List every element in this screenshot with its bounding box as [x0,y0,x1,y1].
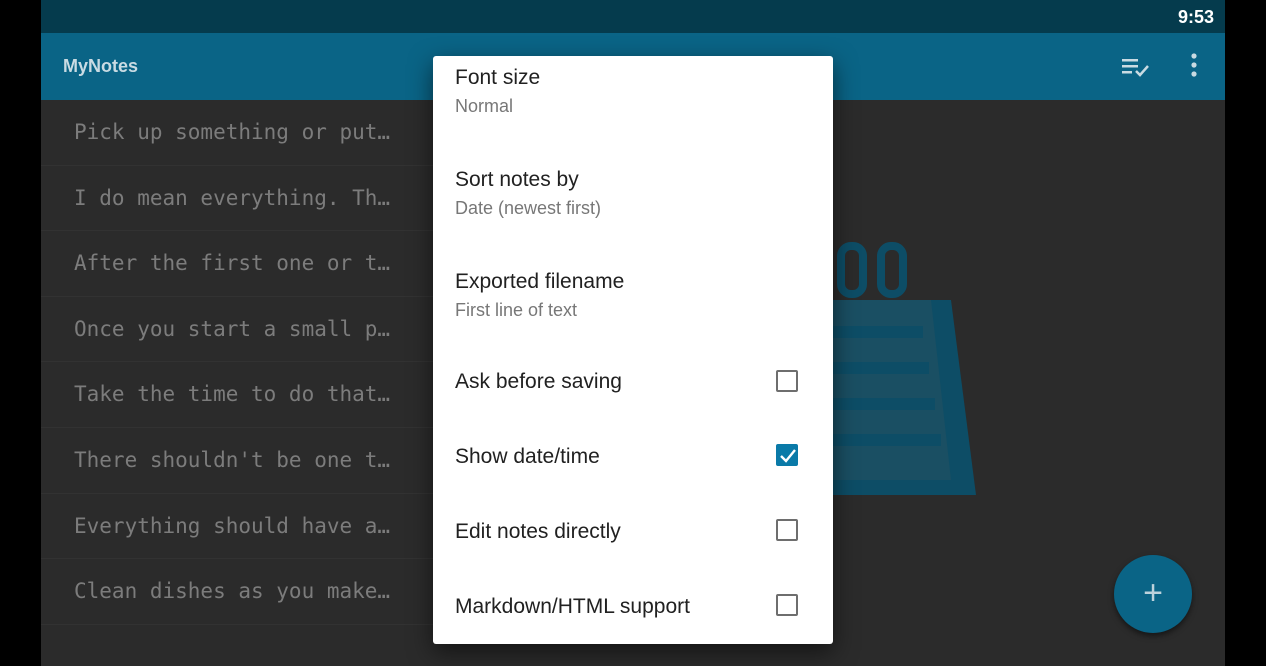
font-size-setting[interactable]: Font size Normal [433,56,833,158]
status-clock: 9:53 [1177,7,1214,27]
font-size-title: Font size [455,66,541,89]
status-bar: 9:53 [41,0,1225,33]
show-date-time-checkbox[interactable] [776,444,798,466]
note-item[interactable]: Pick up something or put… [41,100,433,166]
show-date-time-title: Show date/time [455,445,600,468]
markdown-html-checkbox[interactable] [776,594,798,616]
add-note-button[interactable]: + [1114,555,1192,633]
markdown-html-setting[interactable]: Markdown/HTML support [433,571,833,644]
sort-notes-summary: Date (newest first) [455,198,602,218]
select-all-icon[interactable] [1120,53,1152,81]
overflow-menu-icon[interactable] [1179,53,1209,81]
checkmark-icon [780,449,796,463]
note-item[interactable]: Clean dishes as you make… [41,559,433,625]
sort-notes-setting[interactable]: Sort notes by Date (newest first) [433,158,833,260]
font-size-summary: Normal [455,96,514,116]
show-date-time-setting[interactable]: Show date/time [433,421,833,496]
note-item[interactable]: I do mean everything. Th… [41,166,433,232]
exported-filename-title: Exported filename [455,270,625,293]
ask-before-saving-checkbox[interactable] [776,370,798,392]
plus-icon: + [1143,574,1163,612]
edit-notes-directly-checkbox[interactable] [776,519,798,541]
sort-notes-title: Sort notes by [455,168,579,191]
markdown-html-title: Markdown/HTML support [455,595,690,618]
note-item[interactable]: Everything should have a… [41,494,433,560]
exported-filename-summary: First line of text [455,300,578,320]
note-item[interactable]: Take the time to do that… [41,362,433,428]
ask-before-saving-title: Ask before saving [455,370,622,393]
edit-notes-directly-setting[interactable]: Edit notes directly [433,496,833,571]
edit-notes-directly-title: Edit notes directly [455,520,621,543]
ask-before-saving-setting[interactable]: Ask before saving [433,346,833,421]
note-item[interactable]: There shouldn't be one t… [41,428,433,494]
note-item[interactable]: Once you start a small p… [41,297,433,363]
settings-dialog: Font size Normal Sort notes by Date (new… [433,56,833,644]
notes-list: Pick up something or put… I do mean ever… [41,100,433,625]
app-title: MyNotes [63,56,139,76]
note-item[interactable]: After the first one or t… [41,231,433,297]
